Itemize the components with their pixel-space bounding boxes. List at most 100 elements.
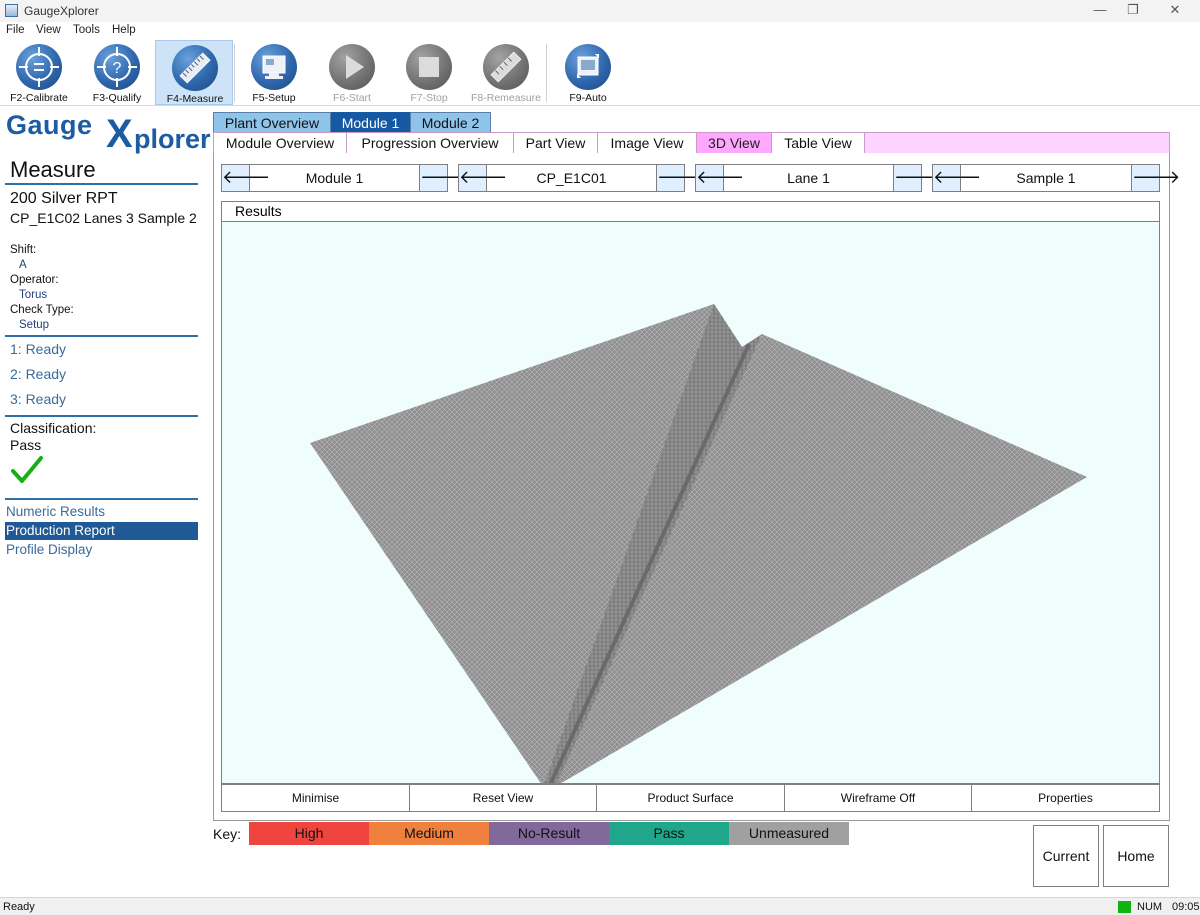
- setup-button[interactable]: F5-Setup: [235, 40, 313, 105]
- 3d-viewport[interactable]: [221, 221, 1160, 784]
- calibrate-label: F2-Calibrate: [10, 92, 68, 104]
- window-title: GaugeXplorer: [24, 4, 99, 18]
- operator-value: Torus: [19, 289, 48, 301]
- next-module-arrow-icon[interactable]: 🡒: [419, 165, 468, 191]
- status-text: Ready: [3, 901, 35, 913]
- results-header: Results: [221, 201, 1160, 222]
- menu-help[interactable]: Help: [112, 24, 136, 36]
- tab-3d-view[interactable]: 3D View: [696, 132, 772, 154]
- tab-part-view[interactable]: Part View: [513, 132, 598, 154]
- num-lock-indicator-icon: [1118, 901, 1131, 913]
- shift-label: Shift:: [10, 244, 37, 256]
- part-selector-value: CP_E1C01: [536, 170, 607, 186]
- product-surface-button[interactable]: Product Surface: [597, 785, 785, 811]
- view-tabs: Module Overview Progression Overview Par…: [213, 132, 1170, 154]
- prev-sample-arrow-icon[interactable]: 🡐: [933, 165, 981, 191]
- auto-button[interactable]: F9-Auto: [549, 40, 627, 105]
- measure-label: F4-Measure: [166, 93, 224, 105]
- panel-heading: Measure: [10, 157, 96, 182]
- minimise-button[interactable]: Minimise: [222, 785, 410, 811]
- tab-table-view[interactable]: Table View: [771, 132, 865, 154]
- home-button[interactable]: Home: [1103, 825, 1169, 887]
- production-report-link[interactable]: Production Report: [5, 522, 198, 540]
- status-bar: Ready NUM 09:05: [0, 897, 1200, 915]
- prev-lane-arrow-icon[interactable]: 🡐: [696, 165, 744, 191]
- auto-label: F9-Auto: [569, 92, 607, 104]
- next-part-arrow-icon[interactable]: 🡒: [656, 165, 705, 191]
- sample-selector-value: Sample 1: [1016, 170, 1076, 186]
- module-selector-value: Module 1: [305, 170, 364, 186]
- tab-module-1[interactable]: Module 1: [331, 112, 410, 133]
- lane-selector: 🡐 Lane 1 🡒: [695, 164, 942, 192]
- tab-plant-overview[interactable]: Plant Overview: [213, 112, 331, 133]
- lane-selector-value: Lane 1: [787, 170, 830, 186]
- start-button[interactable]: F6-Start: [313, 40, 391, 105]
- wireframe-off-button[interactable]: Wireframe Off: [785, 785, 972, 811]
- calibrate-button[interactable]: F2-Calibrate: [0, 40, 78, 105]
- next-lane-arrow-icon[interactable]: 🡒: [893, 165, 942, 191]
- divider: [5, 498, 198, 500]
- toolbar-separator: [546, 44, 547, 102]
- measure-button[interactable]: F4-Measure: [155, 40, 233, 105]
- key-high: High: [249, 822, 369, 845]
- tab-module-2[interactable]: Module 2: [410, 112, 491, 133]
- menu-view[interactable]: View: [36, 24, 61, 36]
- tab-progression-overview[interactable]: Progression Overview: [346, 132, 514, 154]
- properties-button[interactable]: Properties: [972, 785, 1159, 811]
- check-type-value: Setup: [19, 319, 50, 331]
- setup-icon: [251, 44, 297, 90]
- start-label: F6-Start: [333, 92, 371, 104]
- close-button[interactable]: ✕: [1155, 0, 1195, 22]
- app-icon: [5, 4, 18, 17]
- sample-selector: 🡐 Sample 1 🡒: [932, 164, 1180, 192]
- stop-label: F7-Stop: [410, 92, 448, 104]
- tab-module-overview[interactable]: Module Overview: [213, 132, 347, 154]
- 3d-surface-plot: [310, 304, 1087, 783]
- svg-text:?: ?: [113, 60, 122, 77]
- qualify-icon: ?: [94, 44, 140, 90]
- remeasure-button[interactable]: F8-Remeasure: [467, 40, 545, 105]
- current-button[interactable]: Current: [1033, 825, 1099, 887]
- status-2: 2: Ready: [10, 366, 67, 382]
- menu-bar: File View Tools Help: [0, 22, 1200, 40]
- prev-part-arrow-icon[interactable]: 🡐: [459, 165, 507, 191]
- reset-view-button[interactable]: Reset View: [410, 785, 597, 811]
- profile-display-link[interactable]: Profile Display: [5, 541, 198, 559]
- qualify-label: F3-Qualify: [92, 92, 142, 104]
- divider: [5, 415, 198, 417]
- divider: [5, 183, 198, 185]
- key-medium: Medium: [369, 822, 489, 845]
- check-type-label: Check Type:: [10, 304, 74, 316]
- shift-value: A: [19, 259, 27, 271]
- toolbar: F2-Calibrate ? F3-Qualify F4-Measure F5-…: [0, 40, 1200, 106]
- view-button-row: Minimise Reset View Product Surface Wire…: [221, 784, 1160, 812]
- next-sample-arrow-icon[interactable]: 🡒: [1131, 165, 1180, 191]
- key-pass: Pass: [609, 822, 729, 845]
- remeasure-label: F8-Remeasure: [470, 92, 542, 104]
- status-3: 3: Ready: [10, 391, 67, 407]
- status-1: 1: Ready: [10, 341, 67, 357]
- menu-file[interactable]: File: [6, 24, 25, 36]
- divider: [5, 335, 198, 337]
- title-bar: GaugeXplorer — ❐ ✕: [0, 0, 1200, 22]
- measure-icon: [172, 45, 218, 91]
- module-selector: 🡐 Module 1 🡒: [221, 164, 468, 192]
- part-name: 200 Silver RPT: [10, 190, 118, 207]
- part-selector: 🡐 CP_E1C01 🡒: [458, 164, 705, 192]
- numeric-results-link[interactable]: Numeric Results: [5, 503, 198, 521]
- classification-value: Pass: [10, 437, 42, 453]
- calibrate-icon: [16, 44, 62, 90]
- auto-icon: [565, 44, 611, 90]
- start-icon: [329, 44, 375, 90]
- menu-tools[interactable]: Tools: [73, 24, 100, 36]
- qualify-button[interactable]: ? F3-Qualify: [78, 40, 156, 105]
- prev-module-arrow-icon[interactable]: 🡐: [222, 165, 270, 191]
- tab-image-view[interactable]: Image View: [597, 132, 697, 154]
- stop-button[interactable]: F7-Stop: [390, 40, 468, 105]
- restore-button[interactable]: ❐: [1113, 0, 1153, 22]
- operator-label: Operator:: [10, 274, 59, 286]
- key-unmeasured: Unmeasured: [729, 822, 849, 845]
- setup-label: F5-Setup: [252, 92, 296, 104]
- clock: 09:05: [1172, 901, 1200, 913]
- classification-label: Classification:: [10, 420, 97, 436]
